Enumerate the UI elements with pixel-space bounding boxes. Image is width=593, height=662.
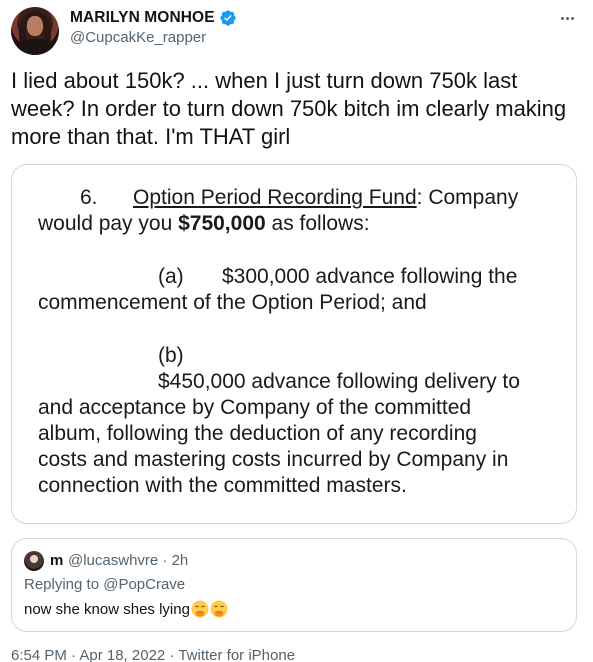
- quote-avatar[interactable]: [24, 551, 44, 571]
- face-with-hand-over-mouth-icon: [210, 600, 228, 618]
- attached-image[interactable]: 6. Option Period Recording Fund: Company…: [11, 164, 577, 524]
- tweet: MARILYN MONHOE @CupcakKe_rapper I lied a…: [0, 0, 593, 662]
- face-with-hand-over-mouth-icon: [191, 600, 209, 618]
- doc-b-line5: connection with the committed masters.: [38, 474, 407, 497]
- author-handle[interactable]: @CupcakKe_rapper: [70, 29, 206, 46]
- doc-section-heading: Option Period Recording Fund: [133, 186, 417, 209]
- quote-text: now she know shes lying: [24, 600, 190, 618]
- quote-replying-to[interactable]: Replying to @PopCrave: [24, 576, 185, 593]
- author-display-name[interactable]: MARILYN MONHOE: [70, 9, 215, 27]
- doc-b-line1: $450,000 advance following delivery to: [158, 370, 520, 393]
- doc-a-line2: commencement of the Option Period; and: [38, 291, 427, 314]
- doc-line2-pre: would pay you: [38, 212, 179, 235]
- doc-line2-post: as follows:: [265, 212, 370, 235]
- author-avatar[interactable]: [11, 7, 59, 55]
- doc-b-label: (b): [158, 344, 184, 367]
- doc-a-line1: $300,000 advance following the: [222, 265, 518, 288]
- tweet-text: I lied about 150k? ... when I just turn …: [11, 68, 567, 149]
- doc-amount: $750,000: [178, 212, 266, 235]
- verified-badge-icon: [219, 10, 236, 26]
- doc-a-label: (a): [158, 265, 184, 288]
- quoted-tweet[interactable]: m @lucaswhvre · 2h Replying to @PopCrave…: [11, 538, 577, 632]
- quote-text-row: now she know shes lying: [24, 600, 228, 618]
- doc-b-line3: album, following the deduction of any re…: [38, 422, 477, 445]
- doc-section-number: 6.: [80, 186, 98, 209]
- doc-b-line4: costs and mastering costs incurred by Co…: [38, 448, 509, 471]
- doc-after-heading: : Company: [416, 186, 519, 209]
- doc-b-line2: and acceptance by Company of the committ…: [38, 396, 472, 419]
- more-options-icon[interactable]: [555, 10, 579, 26]
- author-name-row[interactable]: MARILYN MONHOE: [70, 8, 237, 28]
- quote-handle-time[interactable]: @lucaswhvre · 2h: [68, 552, 188, 569]
- quote-display-name[interactable]: m: [50, 552, 63, 569]
- tweet-timestamp[interactable]: 6:54 PM · Apr 18, 2022 · Twitter for iPh…: [11, 647, 295, 662]
